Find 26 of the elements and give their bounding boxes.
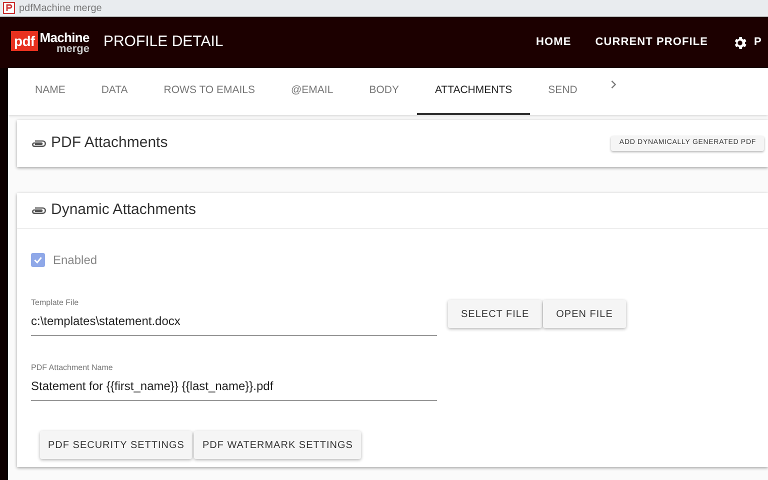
settings-button[interactable]: PDF WATERMARK SETTINGS xyxy=(194,431,361,459)
settings-link[interactable]: P xyxy=(732,34,768,51)
file-button[interactable]: SELECT FILE xyxy=(448,300,542,328)
tab[interactable]: ATTACHMENTS xyxy=(416,68,530,115)
settings-icon xyxy=(732,34,748,50)
nav-link[interactable]: HOME xyxy=(536,34,572,51)
tab[interactable]: @EMAIL xyxy=(273,68,352,115)
settings-button[interactable]: PDF SECURITY SETTINGS xyxy=(40,431,192,459)
tab[interactable]: BODY xyxy=(351,68,417,115)
text-field[interactable]: PDF Attachment Name Statement for {{first_name}} {{last_name}}.pdf xyxy=(31,362,437,401)
card-title: PDF Attachments xyxy=(51,133,168,154)
text-field[interactable]: Template File c:\templates\statement.docx xyxy=(31,297,437,336)
checkbox[interactable] xyxy=(31,253,45,267)
tab[interactable]: NAME xyxy=(17,68,84,115)
tab[interactable]: ROWS TO EMAILS xyxy=(146,68,274,115)
checkmark-icon xyxy=(33,255,43,265)
tab[interactable]: DATA xyxy=(83,68,146,115)
page-title: PROFILE DETAIL xyxy=(103,32,224,52)
file-button[interactable]: OPEN FILE xyxy=(543,300,626,328)
app-icon xyxy=(3,2,15,14)
tab[interactable]: SEND xyxy=(530,68,596,115)
card-title: Dynamic Attachments xyxy=(51,200,196,220)
checkbox-label: Enabled xyxy=(53,252,98,269)
chevron-right-icon[interactable] xyxy=(609,80,618,89)
nav-link[interactable]: CURRENT PROFILE xyxy=(595,34,708,51)
window-title: pdfMachine merge xyxy=(19,2,102,16)
